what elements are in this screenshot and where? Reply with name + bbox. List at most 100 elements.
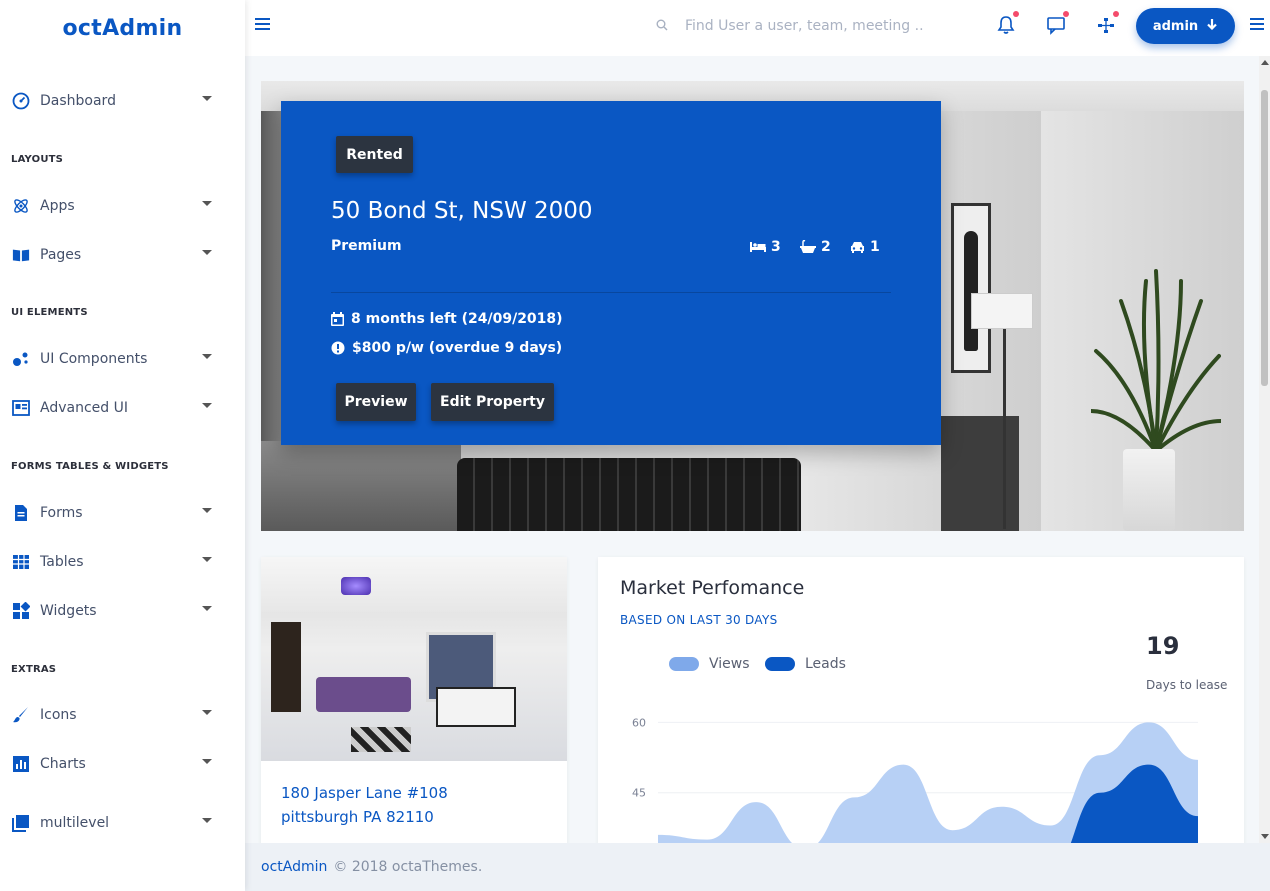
market-title: Market Perfomance — [620, 577, 805, 599]
table-icon — [12, 553, 30, 571]
panel-icon — [12, 399, 30, 417]
notification-dot — [1113, 11, 1119, 17]
sidebar-item-dashboard[interactable]: Dashboard — [0, 81, 245, 121]
footer: octAdmin © 2018 octaThemes. — [245, 843, 1270, 891]
notification-dot — [1013, 11, 1019, 17]
lease-info: 8 months left (24/09/2018) — [331, 311, 563, 327]
admin-label: admin — [1152, 18, 1199, 34]
nav-section-forms: FORMS TABLES & WIDGETS — [11, 461, 169, 472]
days-to-lease-label: Days to lease — [1146, 678, 1228, 692]
chevron-down-icon — [202, 96, 212, 101]
footer-brand-link[interactable]: octAdmin — [261, 859, 327, 875]
bubbles-icon — [12, 350, 30, 368]
brand-logo[interactable]: octAdmin — [0, 0, 245, 56]
property-hero-card: Rented 50 Bond St, NSW 2000 Premium 3 2 … — [281, 101, 941, 445]
top-bar: admin — [245, 0, 1270, 56]
calendar-icon — [331, 312, 344, 326]
atom-icon — [12, 197, 30, 215]
market-performance-card: Market Perfomance BASED ON LAST 30 DAYS … — [598, 557, 1244, 857]
sidebar-item-forms[interactable]: Forms — [0, 493, 245, 533]
sidebar-item-label: Forms — [40, 505, 83, 521]
scrollbar[interactable] — [1259, 56, 1270, 843]
nav-section-ui-elements: UI ELEMENTS — [11, 307, 88, 318]
cars-feature: 1 — [850, 239, 880, 255]
chevron-down-icon — [202, 818, 212, 823]
chevron-down-icon — [202, 710, 212, 715]
sidebar-item-label: Tables — [40, 554, 84, 570]
rent-info: $800 p/w (overdue 9 days) — [331, 340, 562, 356]
wall-art — [951, 203, 991, 373]
chevron-down-icon — [202, 250, 212, 255]
days-to-lease-value: 19 — [1146, 632, 1180, 660]
baths-feature: 2 — [800, 239, 831, 255]
y-tick-label: 60 — [632, 716, 646, 729]
scroll-down-icon[interactable] — [1261, 834, 1269, 839]
plant-illustration — [1091, 269, 1221, 453]
sidebar-item-icons[interactable]: Icons — [0, 695, 245, 735]
legend-views[interactable]: Views — [669, 656, 750, 672]
lease-text: 8 months left (24/09/2018) — [351, 311, 563, 327]
property-tier: Premium — [331, 238, 402, 254]
sidebar-item-charts[interactable]: Charts — [0, 744, 245, 784]
sidebar: octAdmin Dashboard LAYOUTS Apps Pages UI… — [0, 0, 245, 891]
sidebar-item-multilevel[interactable]: multilevel — [0, 803, 245, 843]
legend-label-views: Views — [709, 656, 750, 672]
market-chart: 60 45 — [632, 716, 1198, 857]
chevron-down-icon — [202, 759, 212, 764]
nav-section-layouts: LAYOUTS — [11, 154, 64, 165]
legend-leads[interactable]: Leads — [765, 656, 846, 672]
preview-button[interactable]: Preview — [336, 383, 416, 421]
y-tick-label: 45 — [632, 787, 646, 800]
scroll-up-icon[interactable] — [1261, 60, 1269, 65]
sidebar-item-label: Charts — [40, 756, 86, 772]
sidebar-item-ui-components[interactable]: UI Components — [0, 339, 245, 379]
car-icon — [851, 242, 864, 253]
layers-icon — [12, 814, 30, 832]
market-subtitle: BASED ON LAST 30 DAYS — [620, 613, 778, 627]
footer-copyright: © 2018 octaThemes. — [333, 859, 483, 875]
sidebar-item-label: Icons — [40, 707, 77, 723]
sofa-illustration — [457, 458, 801, 531]
sidebar-item-label: Pages — [40, 247, 82, 263]
notification-dot — [1063, 11, 1069, 17]
scroll-thumb[interactable] — [1261, 90, 1268, 386]
property-photo — [261, 557, 567, 761]
sidebar-item-pages[interactable]: Pages — [0, 235, 245, 275]
sidebar-item-label: Apps — [40, 198, 75, 214]
edit-property-button[interactable]: Edit Property — [431, 383, 554, 421]
property-address[interactable]: 180 Jasper Lane #108 pittsburgh PA 82110 — [281, 781, 448, 829]
property-address-title: 50 Bond St, NSW 2000 — [331, 198, 593, 224]
search-input[interactable] — [685, 14, 935, 38]
sidebar-item-apps[interactable]: Apps — [0, 186, 245, 226]
dashboard-icon — [12, 92, 30, 110]
chevron-down-icon — [202, 606, 212, 611]
sidebar-item-tables[interactable]: Tables — [0, 542, 245, 582]
sidebar-item-widgets[interactable]: Widgets — [0, 591, 245, 631]
property-card[interactable]: 180 Jasper Lane #108 pittsburgh PA 82110 — [261, 557, 567, 857]
chevron-down-icon — [202, 403, 212, 408]
menu-toggle-icon[interactable] — [255, 18, 270, 30]
right-menu-icon[interactable] — [1250, 18, 1264, 30]
sidebar-item-label: multilevel — [40, 815, 110, 831]
sidebar-item-label: Advanced UI — [40, 400, 128, 416]
beds-count: 3 — [771, 239, 781, 255]
sidebar-item-advanced-ui[interactable]: Advanced UI — [0, 388, 245, 428]
address-line-2: pittsburgh PA 82110 — [281, 808, 434, 826]
chat-icon[interactable] — [1045, 11, 1069, 36]
status-badge: Rented — [336, 136, 413, 173]
sidebar-item-label: Dashboard — [40, 93, 116, 109]
baths-count: 2 — [821, 239, 831, 255]
beds-feature: 3 — [750, 239, 781, 255]
widgets-icon — [12, 602, 30, 620]
chevron-down-icon — [202, 557, 212, 562]
arrow-down-icon — [1206, 18, 1218, 34]
sidebar-item-label: Widgets — [40, 603, 97, 619]
bell-icon[interactable] — [995, 11, 1019, 36]
sidebar-item-label: UI Components — [40, 351, 148, 367]
admin-menu-button[interactable]: admin — [1136, 8, 1235, 44]
search-icon — [656, 19, 668, 31]
cars-count: 1 — [870, 239, 880, 255]
book-icon — [12, 246, 30, 264]
sitemap-icon[interactable] — [1095, 11, 1119, 36]
chevron-down-icon — [202, 354, 212, 359]
